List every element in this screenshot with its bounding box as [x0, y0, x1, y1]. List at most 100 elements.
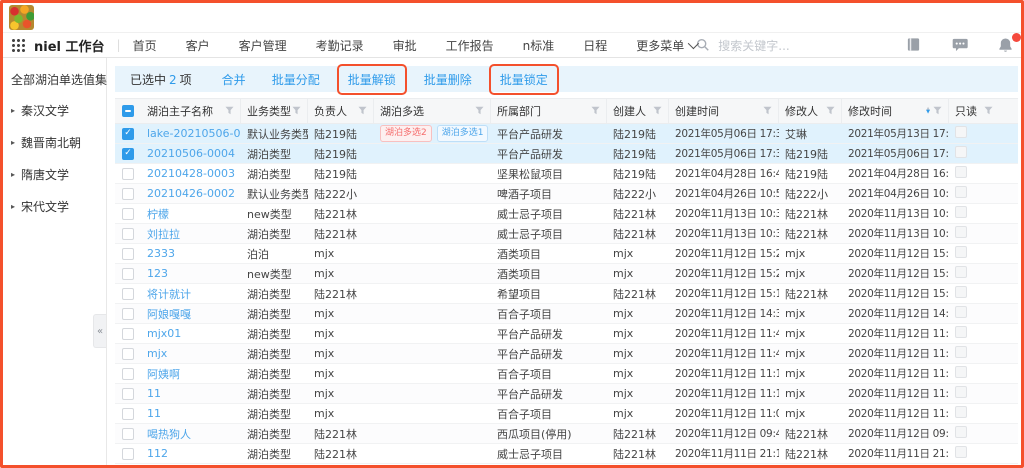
column-header-type[interactable]: 业务类型: [241, 99, 308, 123]
filter-icon[interactable]: [933, 105, 942, 118]
row-checkbox[interactable]: [122, 388, 134, 400]
column-header-name[interactable]: 湖泊主子名称: [141, 99, 241, 123]
row-name-link[interactable]: 11: [141, 387, 241, 400]
notifications-bell-icon[interactable]: [998, 37, 1014, 53]
nav-item-7[interactable]: 日程: [583, 37, 607, 54]
column-header-dept[interactable]: 所属部门: [491, 99, 607, 123]
toolbar-action-合并[interactable]: 合并: [222, 71, 246, 88]
row-name-link[interactable]: 20210506-0004: [141, 147, 241, 160]
table-row[interactable]: 2333泊泊mjx酒类项目mjx2020年11月12日 15:25mjx2020…: [115, 244, 1018, 264]
messages-icon[interactable]: [952, 37, 968, 53]
journal-icon[interactable]: [906, 37, 922, 53]
row-checkbox[interactable]: [122, 168, 134, 180]
column-header-owner[interactable]: 负责人: [308, 99, 374, 123]
filter-icon[interactable]: [358, 105, 367, 118]
row-checkbox[interactable]: [122, 448, 134, 460]
select-all-checkbox[interactable]: [122, 105, 134, 117]
table-row[interactable]: ✓ lake-20210506-0005默认业务类型陆219陆湖泊多选2湖泊多选…: [115, 124, 1018, 144]
table-row[interactable]: 喝热狗人湖泊类型陆221林西瓜项目(停用)陆221林2020年11月12日 09…: [115, 424, 1018, 444]
row-checkbox[interactable]: [122, 408, 134, 420]
row-name-link[interactable]: 20210426-0002: [141, 187, 241, 200]
filter-icon[interactable]: [763, 105, 772, 118]
nav-item-2[interactable]: 客户管理: [239, 37, 287, 54]
nav-item-1[interactable]: 客户: [186, 37, 210, 54]
filter-icon[interactable]: [826, 105, 835, 118]
filter-icon[interactable]: [984, 105, 993, 118]
row-name-link[interactable]: 刘拉拉: [141, 226, 241, 242]
row-name-link[interactable]: 阿娘嘎嘎: [141, 306, 241, 322]
row-name-link[interactable]: 2333: [141, 247, 241, 260]
sidebar-tree-item[interactable]: ▸宋代文学: [11, 198, 106, 215]
toolbar-action-批量分配[interactable]: 批量分配: [272, 71, 320, 88]
row-name-link[interactable]: 20210428-0003: [141, 167, 241, 180]
toolbar-action-批量删除[interactable]: 批量删除: [424, 71, 472, 88]
column-header-modifier[interactable]: 修改人: [779, 99, 842, 123]
column-label: 创建时间: [675, 103, 719, 119]
search-box[interactable]: 搜索关键字...: [696, 37, 816, 54]
row-name-link[interactable]: mjx01: [141, 327, 241, 340]
row-checkbox[interactable]: [122, 188, 134, 200]
table-row[interactable]: 阿娘嘎嘎湖泊类型mjx百合子项目mjx2020年11月12日 14:38mjx2…: [115, 304, 1018, 324]
cell-creator: 陆222小: [607, 186, 669, 202]
row-name-link[interactable]: 阿姨啊: [141, 366, 241, 382]
table-row[interactable]: 11湖泊类型mjx平台产品研发mjx2020年11月12日 11:11mjx20…: [115, 384, 1018, 404]
table-row[interactable]: mjx01湖泊类型mjx平台产品研发mjx2020年11月12日 11:46mj…: [115, 324, 1018, 344]
nav-more-menu[interactable]: 更多菜单: [636, 37, 696, 54]
row-checkbox[interactable]: [122, 328, 134, 340]
column-header-created[interactable]: 创建时间: [669, 99, 779, 123]
column-header-modified[interactable]: 修改时间▲▼: [842, 99, 949, 123]
apps-grid-icon[interactable]: [12, 39, 25, 52]
filter-icon[interactable]: [225, 105, 234, 118]
nav-item-5[interactable]: 工作报告: [446, 37, 494, 54]
row-checkbox[interactable]: [122, 268, 134, 280]
row-name-link[interactable]: 将计就计: [141, 286, 241, 302]
table-row[interactable]: 123new类型mjx酒类项目mjx2020年11月12日 15:25mjx20…: [115, 264, 1018, 284]
sort-icon[interactable]: ▲▼: [926, 108, 930, 114]
cell-readonly: [949, 146, 999, 161]
table-row[interactable]: 20210428-0003湖泊类型陆219陆坚果松鼠项目陆219陆2021年04…: [115, 164, 1018, 184]
row-checkbox[interactable]: [122, 228, 134, 240]
table-row[interactable]: 11湖泊类型mjx百合子项目mjx2020年11月12日 11:04mjx202…: [115, 404, 1018, 424]
row-checkbox[interactable]: ✓: [122, 128, 134, 140]
table-row[interactable]: ✓ 20210506-0004湖泊类型陆219陆平台产品研发陆219陆2021年…: [115, 144, 1018, 164]
toolbar-action-批量锁定[interactable]: 批量锁定: [500, 73, 548, 87]
filter-icon[interactable]: [653, 105, 662, 118]
nav-item-6[interactable]: n标准: [523, 37, 555, 54]
table-row[interactable]: 20210426-0002默认业务类型陆222小啤酒子项目陆222小2021年0…: [115, 184, 1018, 204]
nav-item-3[interactable]: 考勤记录: [316, 37, 364, 54]
row-checkbox[interactable]: ✓: [122, 148, 134, 160]
column-header-readonly[interactable]: 只读: [949, 99, 999, 123]
table-row[interactable]: 刘拉拉湖泊类型陆221林威士忌子项目陆221林2020年11月13日 10:30…: [115, 224, 1018, 244]
column-header-creator[interactable]: 创建人: [607, 99, 669, 123]
row-checkbox[interactable]: [122, 288, 134, 300]
row-checkbox[interactable]: [122, 248, 134, 260]
row-name-link[interactable]: mjx: [141, 347, 241, 360]
row-checkbox[interactable]: [122, 368, 134, 380]
row-name-link[interactable]: 11: [141, 407, 241, 420]
table-row[interactable]: 柠檬new类型陆221林威士忌子项目陆221林2020年11月13日 10:31…: [115, 204, 1018, 224]
row-name-link[interactable]: 112: [141, 447, 241, 460]
nav-item-4[interactable]: 审批: [393, 37, 417, 54]
toolbar-action-批量解锁[interactable]: 批量解锁: [348, 73, 396, 87]
row-name-link[interactable]: 柠檬: [141, 206, 241, 222]
row-name-link[interactable]: 喝热狗人: [141, 426, 241, 442]
nav-item-0[interactable]: 首页: [133, 37, 157, 54]
sidebar-tree-item[interactable]: ▸隋唐文学: [11, 166, 106, 183]
table-row[interactable]: 112湖泊类型陆221林威士忌子项目陆221林2020年11月11日 21:19…: [115, 444, 1018, 464]
row-checkbox[interactable]: [122, 208, 134, 220]
table-row[interactable]: 将计就计湖泊类型陆221林希望项目陆221林2020年11月12日 15:15陆…: [115, 284, 1018, 304]
filter-icon[interactable]: [591, 105, 600, 118]
table-row[interactable]: 阿姨啊湖泊类型mjx百合子项目mjx2020年11月12日 11:16mjx20…: [115, 364, 1018, 384]
sidebar-collapse-handle[interactable]: «: [93, 314, 106, 348]
row-checkbox[interactable]: [122, 348, 134, 360]
sidebar-tree-item[interactable]: ▸魏晋南北朝: [11, 134, 106, 151]
sidebar-tree-item[interactable]: ▸秦汉文学: [11, 102, 106, 119]
row-name-link[interactable]: 123: [141, 267, 241, 280]
row-checkbox[interactable]: [122, 428, 134, 440]
column-header-multi[interactable]: 湖泊多选: [374, 99, 491, 123]
row-checkbox[interactable]: [122, 308, 134, 320]
filter-icon[interactable]: [475, 105, 484, 118]
row-name-link[interactable]: lake-20210506-0005: [141, 127, 241, 140]
table-row[interactable]: mjx湖泊类型mjx平台产品研发mjx2020年11月12日 11:44mjx2…: [115, 344, 1018, 364]
filter-icon[interactable]: [292, 105, 301, 118]
